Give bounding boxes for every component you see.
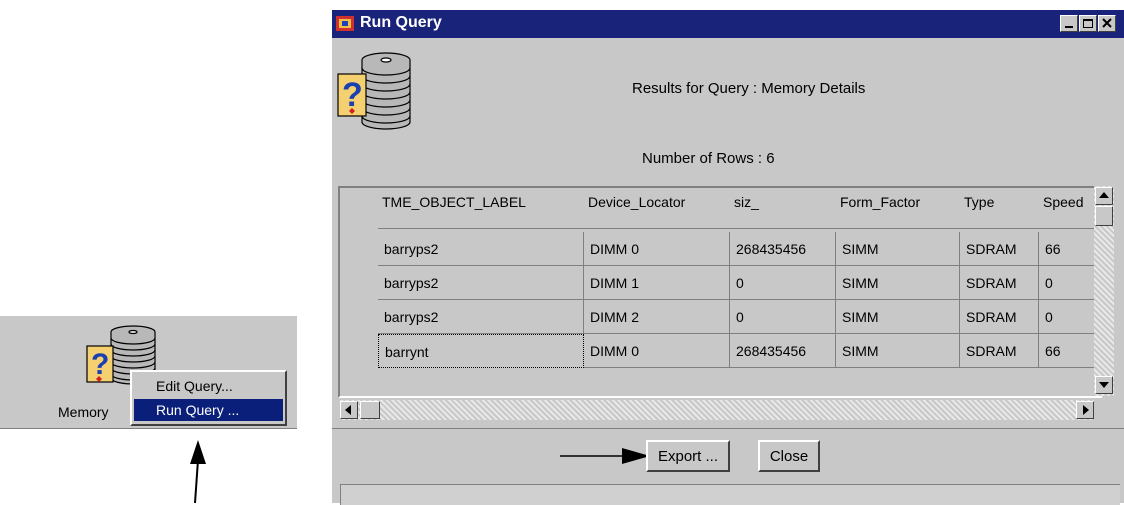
table-cell[interactable]: 0 bbox=[1039, 300, 1102, 334]
table-row[interactable]: barrynt DIMM 0 268435456 SIMM SDRAM 66 bbox=[378, 334, 1102, 368]
column-header[interactable]: Type bbox=[964, 194, 994, 210]
scroll-up-button[interactable] bbox=[1095, 187, 1113, 205]
minimize-icon bbox=[1065, 26, 1073, 28]
annotation-arrow-up bbox=[190, 440, 206, 503]
table-cell[interactable]: 66 bbox=[1039, 232, 1102, 266]
arrow-down-icon bbox=[1099, 382, 1109, 388]
header-divider bbox=[378, 228, 1102, 229]
maximize-button[interactable] bbox=[1079, 15, 1097, 32]
table-cell[interactable]: SDRAM bbox=[960, 232, 1039, 266]
export-button[interactable]: Export ... bbox=[646, 440, 730, 472]
column-header[interactable]: Device_Locator bbox=[588, 194, 685, 210]
table-cell[interactable]: 0 bbox=[730, 300, 836, 334]
table-row[interactable]: barryps2 DIMM 0 268435456 SIMM SDRAM 66 bbox=[378, 232, 1102, 266]
table-cell[interactable]: 66 bbox=[1039, 334, 1102, 368]
arrow-left-icon bbox=[345, 405, 351, 415]
svg-text:?: ? bbox=[91, 348, 109, 381]
table-cell-focused[interactable]: barrynt bbox=[378, 334, 584, 368]
query-database-icon: ? bbox=[337, 52, 411, 130]
table-cell[interactable]: SIMM bbox=[836, 232, 960, 266]
scroll-right-button[interactable] bbox=[1076, 401, 1094, 419]
close-window-button[interactable] bbox=[1098, 15, 1116, 32]
column-header[interactable]: Speed bbox=[1043, 194, 1083, 210]
table-cell[interactable]: 268435456 bbox=[730, 334, 836, 368]
table-cell[interactable]: 0 bbox=[1039, 266, 1102, 300]
menu-item-edit-query[interactable]: Edit Query... bbox=[134, 375, 283, 397]
table-row[interactable]: barryps2 DIMM 1 0 SIMM SDRAM 0 bbox=[378, 266, 1102, 300]
table-cell[interactable]: SDRAM bbox=[960, 300, 1039, 334]
table-cell[interactable]: 268435456 bbox=[730, 232, 836, 266]
table-cell[interactable]: SDRAM bbox=[960, 266, 1039, 300]
table-cell[interactable]: DIMM 0 bbox=[584, 232, 730, 266]
arrow-right-icon bbox=[1083, 405, 1089, 415]
table-cell[interactable]: SDRAM bbox=[960, 334, 1039, 368]
results-title: Results for Query : Memory Details bbox=[632, 80, 866, 97]
results-table[interactable]: TME_OBJECT_LABEL Device_Locator siz_ For… bbox=[338, 186, 1102, 398]
vertical-scroll-thumb[interactable] bbox=[1095, 206, 1113, 226]
button-separator bbox=[332, 428, 1124, 429]
arrow-up-icon bbox=[1099, 192, 1109, 198]
column-header[interactable]: siz_ bbox=[734, 194, 759, 210]
row-count-label: Number of Rows : 6 bbox=[642, 150, 775, 167]
table-cell[interactable]: SIMM bbox=[836, 266, 960, 300]
minimize-button[interactable] bbox=[1060, 15, 1078, 32]
table-cell[interactable]: barryps2 bbox=[378, 232, 584, 266]
table-cell[interactable]: barryps2 bbox=[378, 300, 584, 334]
horizontal-scroll-thumb[interactable] bbox=[360, 401, 380, 419]
window-titlebar[interactable]: Run Query bbox=[332, 10, 1124, 38]
column-header[interactable]: TME_OBJECT_LABEL bbox=[382, 194, 526, 210]
table-cell[interactable]: DIMM 0 bbox=[584, 334, 730, 368]
svg-text:?: ? bbox=[342, 76, 363, 114]
column-header[interactable]: Form_Factor bbox=[840, 194, 920, 210]
table-row[interactable]: barryps2 DIMM 2 0 SIMM SDRAM 0 bbox=[378, 300, 1102, 334]
scroll-left-button[interactable] bbox=[340, 401, 358, 419]
close-icon bbox=[1102, 18, 1112, 28]
status-bar bbox=[340, 484, 1120, 505]
scroll-down-button[interactable] bbox=[1095, 376, 1113, 394]
window-title: Run Query bbox=[360, 14, 442, 31]
menu-item-run-query[interactable]: Run Query ... bbox=[134, 399, 283, 421]
close-button[interactable]: Close bbox=[758, 440, 820, 472]
memory-icon-label: Memory bbox=[58, 404, 109, 420]
table-cell[interactable]: 0 bbox=[730, 266, 836, 300]
table-cell[interactable]: SIMM bbox=[836, 334, 960, 368]
app-icon bbox=[336, 16, 354, 31]
table-cell[interactable]: DIMM 1 bbox=[584, 266, 730, 300]
vertical-scrollbar[interactable] bbox=[1094, 186, 1114, 396]
context-menu: Edit Query... Run Query ... bbox=[130, 370, 287, 426]
table-cell[interactable]: barryps2 bbox=[378, 266, 584, 300]
run-query-window: Run Query ? Results for Query : Memory D… bbox=[330, 8, 1124, 505]
horizontal-scrollbar[interactable] bbox=[340, 400, 1094, 420]
maximize-icon bbox=[1083, 19, 1093, 28]
table-cell[interactable]: DIMM 2 bbox=[584, 300, 730, 334]
table-cell[interactable]: SIMM bbox=[836, 300, 960, 334]
annotation-arrow-right bbox=[560, 448, 650, 464]
